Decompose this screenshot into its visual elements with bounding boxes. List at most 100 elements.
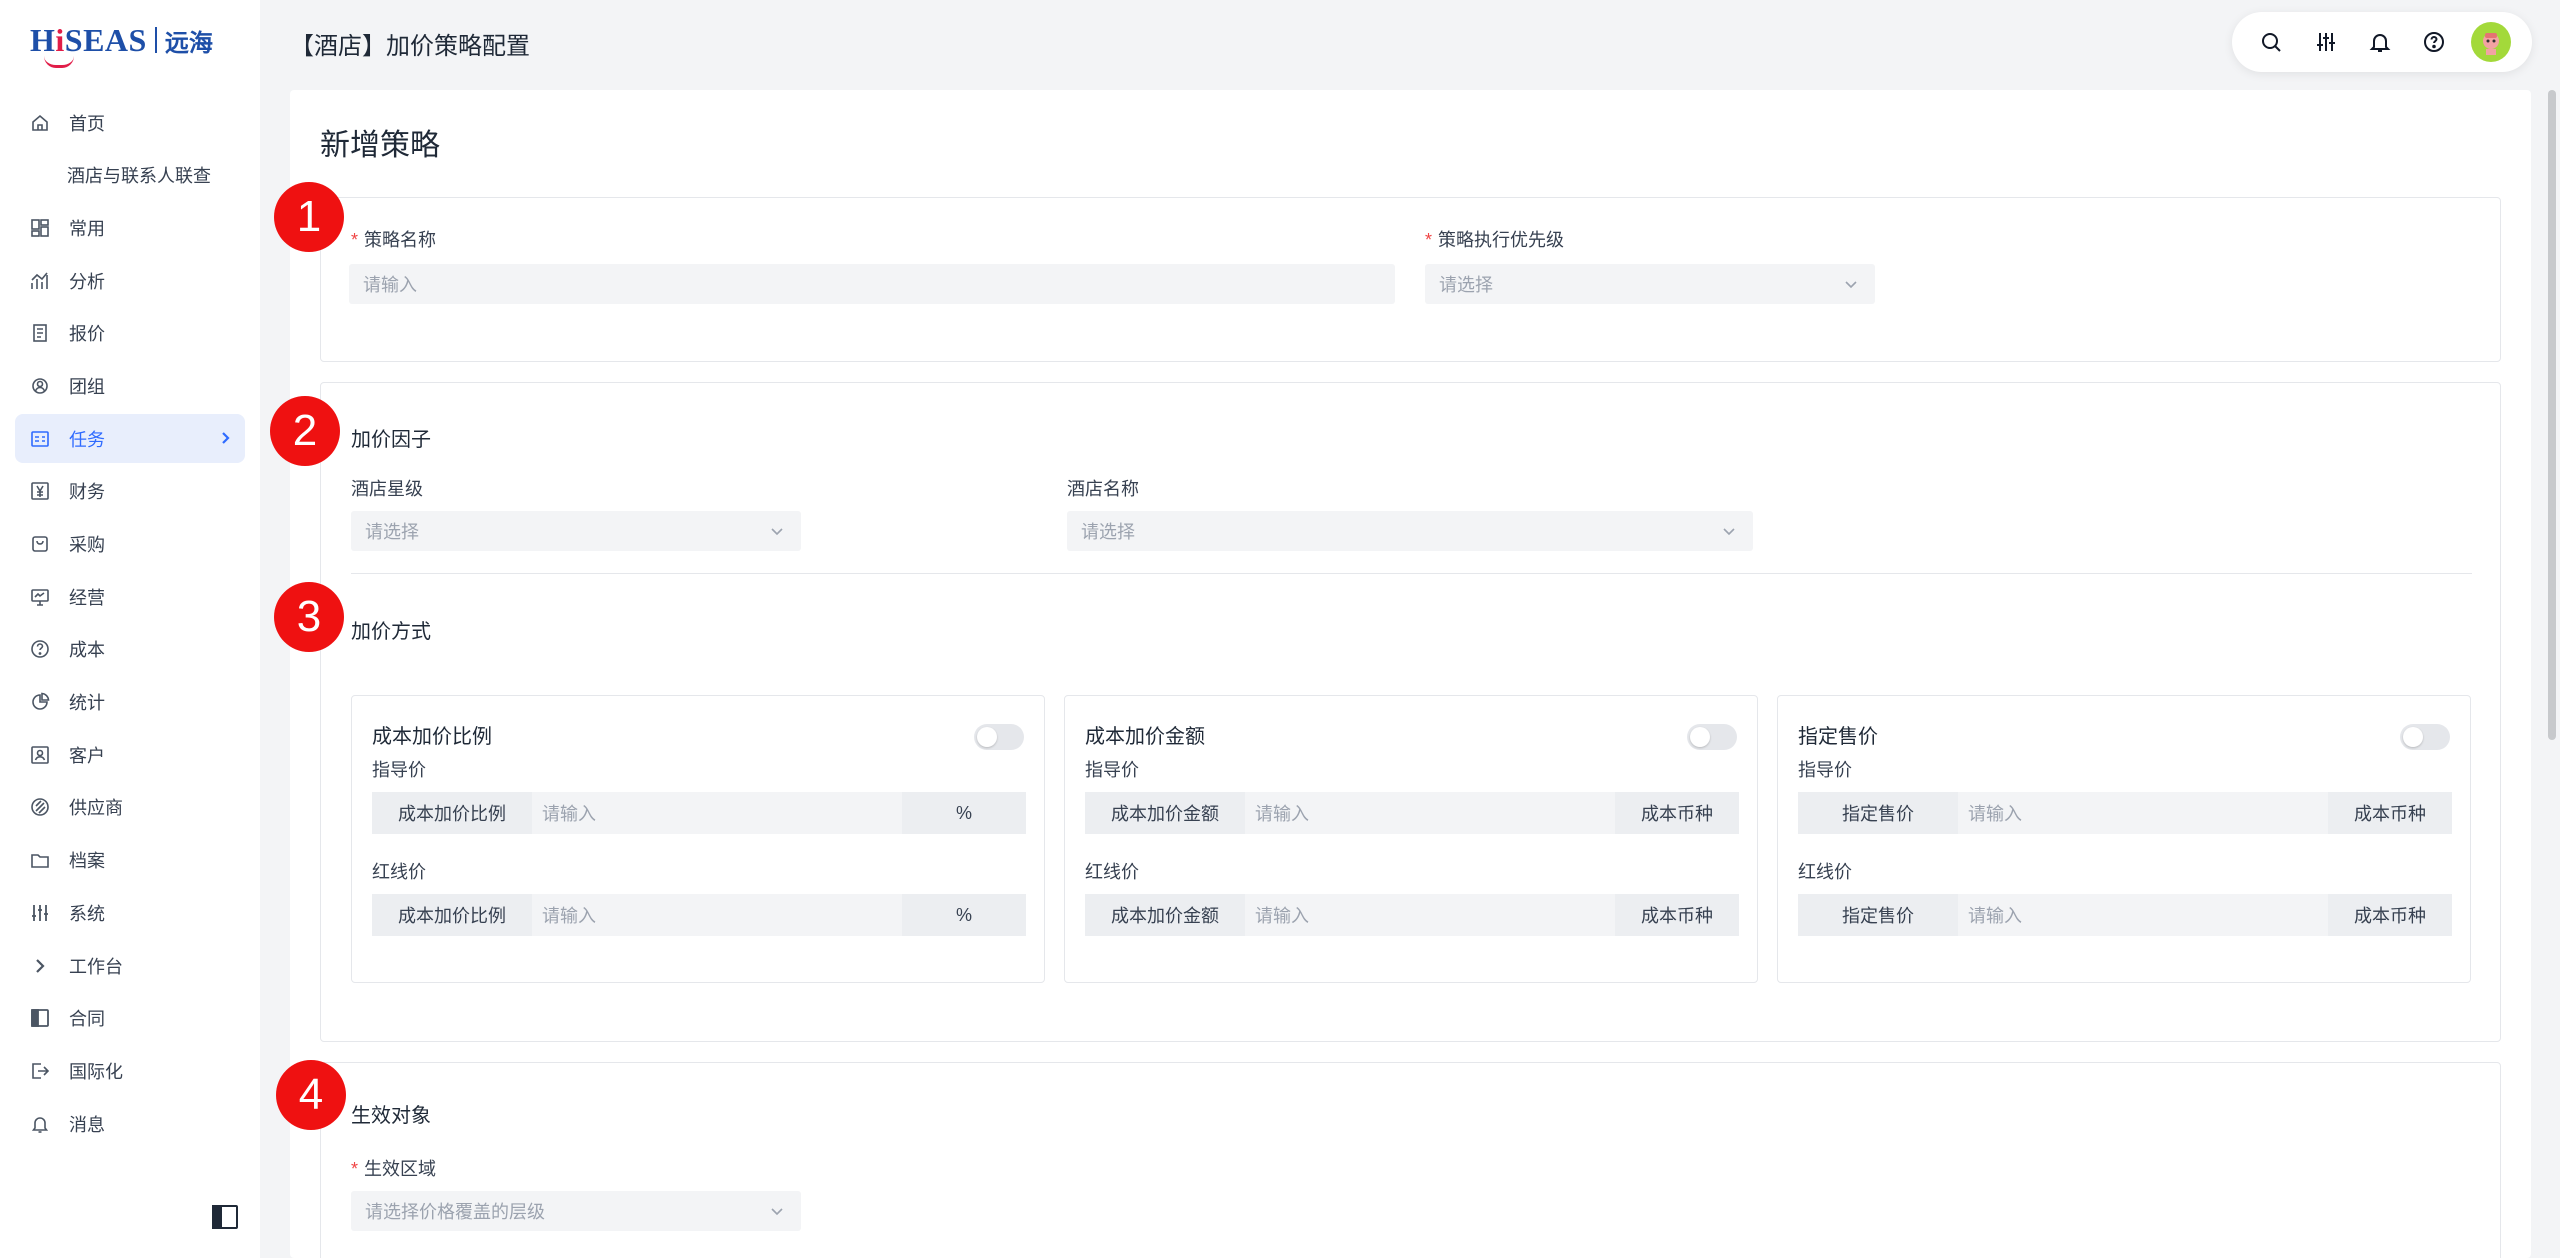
guide-price-input-group[interactable]: 成本加价比例 请输入 % xyxy=(372,792,1026,834)
sidebar-item-system[interactable]: 系统 xyxy=(15,888,245,937)
guide-price-input[interactable]: 请输入 xyxy=(532,800,902,826)
markup-card-cost-amount: 成本加价金额 指导价 成本加价金额 请输入 成本币种 红线价 成本加价金额 请输… xyxy=(1064,695,1758,983)
sidebar-item-statistics[interactable]: 统计 xyxy=(15,678,245,727)
sidebar-item-customer[interactable]: 客户 xyxy=(15,730,245,779)
input-suffix: 成本币种 xyxy=(2328,792,2452,834)
hotel-star-select[interactable]: 请选择 xyxy=(351,511,801,551)
guide-price-input[interactable]: 请输入 xyxy=(1245,800,1615,826)
sidebar-item-message[interactable]: 消息 xyxy=(15,1099,245,1148)
red-line-price-input[interactable]: 请输入 xyxy=(1958,902,2328,928)
sidebar-item-analysis[interactable]: 分析 xyxy=(15,256,245,305)
sidebar-item-label: 消息 xyxy=(69,1114,105,1135)
sidebar-item-task[interactable]: 任务 xyxy=(15,414,245,464)
hotel-star-label: 酒店星级 xyxy=(351,479,423,499)
red-line-price-input-group[interactable]: 成本加价金额 请输入 成本币种 xyxy=(1085,894,1739,936)
hotel-star-placeholder: 请选择 xyxy=(365,522,419,542)
guide-price-input[interactable]: 请输入 xyxy=(1958,800,2328,826)
chevron-down-icon xyxy=(1843,276,1859,297)
sidebar-item-workbench[interactable]: 工作台 xyxy=(15,941,245,990)
sidebar: HiSEAS 远海 首页 酒店与联系人联查 常用 分析 报价 团组 任务 财务 … xyxy=(0,0,260,1258)
hotel-name-label: 酒店名称 xyxy=(1067,479,1139,499)
sidebar-item-finance[interactable]: 财务 xyxy=(15,467,245,516)
settings-sliders-icon[interactable] xyxy=(2308,24,2344,60)
input-prefix: 成本加价比例 xyxy=(372,894,532,936)
brand-name-cn: 远海 xyxy=(164,29,213,57)
red-line-price-input[interactable]: 请输入 xyxy=(532,902,902,928)
sidebar-item-common[interactable]: 常用 xyxy=(15,203,245,252)
sidebar-item-purchase[interactable]: 采购 xyxy=(15,520,245,569)
supplier-icon xyxy=(29,796,51,818)
top-header: 【酒店】加价策略配置 xyxy=(260,0,2560,86)
sidebar-collapse-icon[interactable] xyxy=(212,1205,238,1229)
priority-label: * 策略执行优先级 xyxy=(1425,230,1565,250)
markup-toggle[interactable] xyxy=(2400,724,2450,750)
input-suffix: % xyxy=(902,894,1026,936)
markup-toggle[interactable] xyxy=(1687,724,1737,750)
sidebar-item-label: 采购 xyxy=(69,535,105,555)
input-prefix: 指定售价 xyxy=(1798,792,1958,834)
target-heading: 生效对象 xyxy=(351,1105,431,1127)
guide-price-input-group[interactable]: 成本加价金额 请输入 成本币种 xyxy=(1085,792,1739,834)
guide-price-input-group[interactable]: 指定售价 请输入 成本币种 xyxy=(1798,792,2452,834)
header-toolbar xyxy=(2232,12,2532,72)
red-line-price-input-group[interactable]: 指定售价 请输入 成本币种 xyxy=(1798,894,2452,936)
step-badge-1: 1 xyxy=(274,182,344,252)
red-line-price-input-group[interactable]: 成本加价比例 请输入 % xyxy=(372,894,1026,936)
dashboard-icon xyxy=(29,217,51,239)
sidebar-item-supplier[interactable]: 供应商 xyxy=(15,783,245,832)
sidebar-item-archive[interactable]: 档案 xyxy=(15,836,245,885)
input-prefix: 成本加价金额 xyxy=(1085,894,1245,936)
input-suffix: 成本币种 xyxy=(1615,792,1739,834)
section-divider xyxy=(351,573,2472,574)
region-label: * 生效区域 xyxy=(351,1159,437,1179)
input-suffix: 成本币种 xyxy=(1615,894,1739,936)
sidebar-item-hotel-contact-lookup[interactable]: 酒店与联系人联查 xyxy=(15,151,245,200)
hotel-name-placeholder: 请选择 xyxy=(1081,522,1135,542)
factors-heading: 加价因子 xyxy=(351,429,431,451)
help-icon[interactable] xyxy=(2416,24,2452,60)
markup-card-title: 指定售价 xyxy=(1798,726,1878,748)
section-markup-config: 加价因子 酒店星级 请选择 酒店名称 请选择 加价方式 成本加价比例 指导价 成… xyxy=(320,382,2501,1042)
red-line-price-input[interactable]: 请输入 xyxy=(1245,902,1615,928)
hotel-name-select[interactable]: 请选择 xyxy=(1067,511,1753,551)
sidebar-item-label: 分析 xyxy=(69,271,105,292)
chevron-down-icon xyxy=(1721,523,1737,544)
sidebar-item-label: 任务 xyxy=(69,429,105,450)
priority-select-placeholder: 请选择 xyxy=(1439,275,1493,295)
sidebar-item-home[interactable]: 首页 xyxy=(15,98,245,147)
sidebar-item-cost[interactable]: 成本 xyxy=(15,625,245,674)
sidebar-item-label: 报价 xyxy=(69,324,105,345)
bell-icon xyxy=(29,1113,51,1135)
sidebar-item-contract[interactable]: 合同 xyxy=(15,994,245,1043)
sidebar-item-group[interactable]: 团组 xyxy=(15,361,245,410)
sidebar-item-i18n[interactable]: 国际化 xyxy=(15,1046,245,1095)
sidebar-item-quote[interactable]: 报价 xyxy=(15,309,245,358)
sidebar-item-operation[interactable]: 经营 xyxy=(15,572,245,621)
logout-icon xyxy=(29,1060,51,1082)
strategy-name-input[interactable]: 请输入 xyxy=(349,264,1395,304)
step-badge-2: 2 xyxy=(270,396,340,466)
notification-bell-icon[interactable] xyxy=(2362,24,2398,60)
guide-price-label: 指导价 xyxy=(372,760,426,780)
sidebar-item-label: 档案 xyxy=(69,851,105,872)
region-select[interactable]: 请选择价格覆盖的层级 xyxy=(351,1191,801,1231)
sidebar-item-label: 成本 xyxy=(69,640,105,661)
page-scrollbar[interactable] xyxy=(2548,90,2556,740)
yen-icon xyxy=(29,480,51,502)
contact-icon xyxy=(29,744,51,766)
guide-price-label: 指导价 xyxy=(1798,760,1852,780)
contract-icon xyxy=(29,1007,51,1029)
section-basic-info: * 策略名称 请输入 * 策略执行优先级 请选择 xyxy=(320,197,2501,362)
input-suffix: 成本币种 xyxy=(2328,894,2452,936)
input-prefix: 指定售价 xyxy=(1798,894,1958,936)
markup-toggle[interactable] xyxy=(974,724,1024,750)
bag-icon xyxy=(29,533,51,555)
markup-card-title: 成本加价比例 xyxy=(372,726,492,748)
priority-select[interactable]: 请选择 xyxy=(1425,264,1875,304)
analytics-icon xyxy=(29,270,51,292)
search-icon[interactable] xyxy=(2253,24,2289,60)
user-avatar[interactable] xyxy=(2470,22,2511,62)
red-line-price-label: 红线价 xyxy=(1798,862,1852,882)
sidebar-item-label: 统计 xyxy=(69,693,105,714)
help-circle-icon xyxy=(29,638,51,660)
